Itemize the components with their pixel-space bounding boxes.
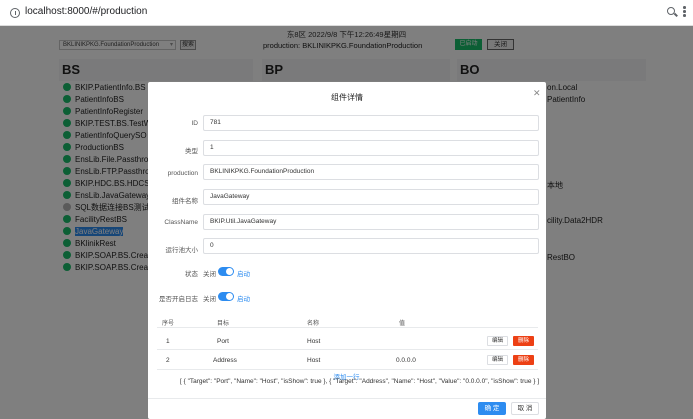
field-label-pool-size: 运行池大小 xyxy=(165,247,199,254)
field-label-id: ID xyxy=(191,120,199,127)
modal-title: 组件详情 xyxy=(331,93,363,102)
field-label-classname: ClassName xyxy=(164,219,198,226)
zoom-icon[interactable] xyxy=(667,7,675,15)
trace-toggle[interactable] xyxy=(218,292,234,301)
classname-field[interactable]: BKIP.Util.JavaGateway xyxy=(203,214,539,230)
field-label-component-name: 组件名称 xyxy=(172,198,198,205)
type-field[interactable]: 1 xyxy=(203,140,539,156)
field-label-type: 类型 xyxy=(185,148,198,155)
component-name-field[interactable]: JavaGateway xyxy=(203,189,539,205)
status-label: 状态 xyxy=(185,271,198,278)
id-field[interactable]: 781 xyxy=(203,115,539,131)
header-index: 序号 xyxy=(162,321,175,327)
header-value: 值 xyxy=(399,321,406,327)
site-info-icon[interactable] xyxy=(10,8,20,18)
status-on-label: 启动 xyxy=(237,271,250,278)
field-label-production: production xyxy=(167,170,198,177)
trace-on-label: 启动 xyxy=(237,296,250,303)
row-target: Port xyxy=(217,338,229,345)
status-off-label: 关闭 xyxy=(203,271,216,278)
url-text[interactable]: localhost:8000/#/production xyxy=(25,6,147,17)
trace-label: 是否开启日志 xyxy=(159,296,198,303)
browser-address-bar: localhost:8000/#/production xyxy=(0,0,693,26)
delete-button[interactable]: 删除 xyxy=(513,336,534,346)
delete-button[interactable]: 删除 xyxy=(513,355,534,365)
edit-button[interactable]: 编辑 xyxy=(487,336,508,346)
edit-button[interactable]: 编辑 xyxy=(487,355,508,365)
row-index: 2 xyxy=(166,357,170,364)
settings-table-header xyxy=(157,314,538,328)
row-index: 1 xyxy=(166,338,170,345)
row-name: Host xyxy=(307,357,321,364)
more-menu-icon[interactable] xyxy=(683,6,686,19)
row-name: Host xyxy=(307,338,321,345)
close-icon[interactable]: ✕ xyxy=(533,88,541,99)
ok-button[interactable]: 确 定 xyxy=(478,402,506,415)
modal-footer-divider xyxy=(148,398,546,399)
settings-json-text: [ { "Target": "Port", "Name": "Host", "i… xyxy=(180,378,540,385)
trace-off-label: 关闭 xyxy=(203,296,216,303)
row-value: 0.0.0.0 xyxy=(396,357,416,364)
header-target: 目标 xyxy=(217,321,230,327)
pool-size-field[interactable]: 0 xyxy=(203,238,539,254)
table-row xyxy=(157,331,538,350)
status-toggle[interactable] xyxy=(218,267,234,276)
row-target: Address xyxy=(213,357,237,364)
cancel-button[interactable]: 取 消 xyxy=(511,402,539,415)
header-name: 名称 xyxy=(307,321,320,327)
production-field[interactable]: BKLINIKPKG.FoundationProduction xyxy=(203,164,539,180)
